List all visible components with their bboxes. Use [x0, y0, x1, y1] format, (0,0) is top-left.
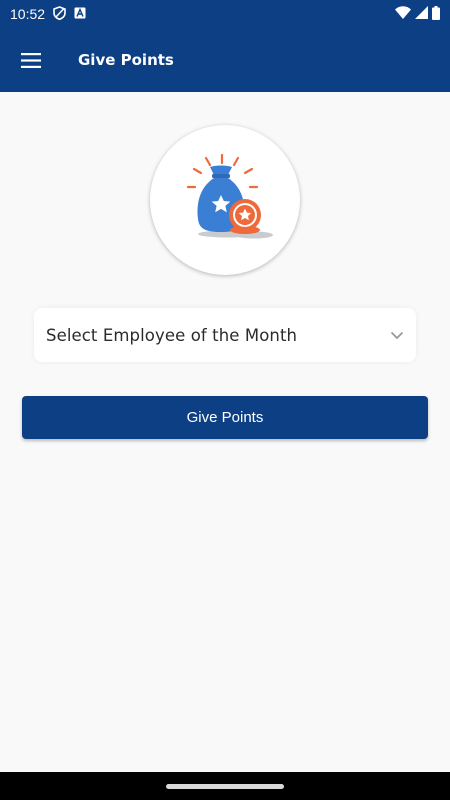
- hamburger-menu-icon[interactable]: [0, 28, 62, 92]
- status-time: 10:52: [10, 6, 46, 22]
- wifi-icon: [395, 6, 411, 22]
- employee-select-value: Select Employee of the Month: [46, 325, 298, 345]
- give-points-button-label: Give Points: [186, 409, 264, 426]
- employee-select[interactable]: Select Employee of the Month: [34, 308, 416, 362]
- money-bag-with-star-coin-icon: [186, 153, 273, 239]
- system-nav-bar: [0, 772, 450, 800]
- signal-icon: [415, 6, 428, 22]
- give-points-button[interactable]: Give Points: [22, 396, 428, 439]
- battery-icon: [432, 5, 440, 23]
- home-gesture-handle[interactable]: [166, 783, 284, 789]
- chevron-down-icon[interactable]: [390, 331, 404, 340]
- page-title: Give Points: [78, 51, 174, 69]
- illustration: [150, 125, 300, 275]
- status-bar: 10:52: [0, 0, 450, 28]
- app-a-icon: [74, 6, 86, 22]
- shield-icon: [53, 5, 66, 23]
- app-bar: Give Points: [0, 28, 450, 92]
